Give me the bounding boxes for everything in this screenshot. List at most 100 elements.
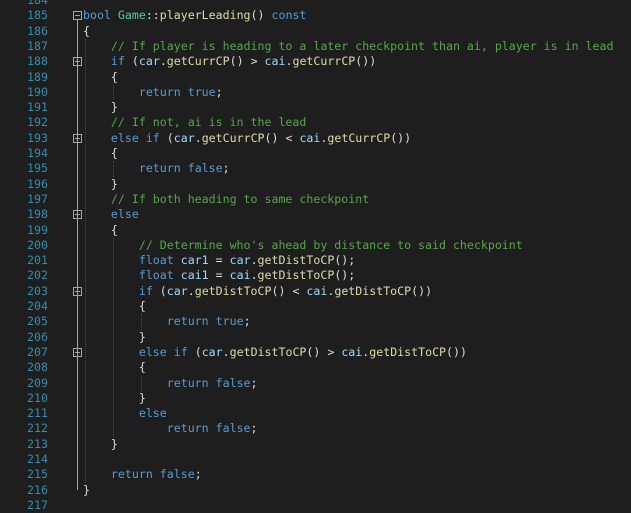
code-token: car1 [180, 253, 209, 268]
code-text: return false; [83, 467, 202, 482]
code-line[interactable]: 209 return false; [0, 376, 631, 391]
code-line[interactable]: 212 return false; [0, 421, 631, 436]
code-text: float cai1 = cai.getDistToCP(); [83, 268, 355, 283]
code-line[interactable]: 217 [0, 498, 631, 513]
code-line[interactable]: 198 else [0, 207, 631, 222]
code-token: cai [341, 344, 363, 359]
line-number: 186 [27, 23, 48, 38]
code-line[interactable]: 207 else if (car.getDistToCP() > cai.get… [0, 345, 631, 360]
code-line[interactable]: 197 // If both heading to same checkpoin… [0, 192, 631, 207]
code-line[interactable]: 214 [0, 452, 631, 467]
code-token: return [110, 467, 153, 482]
code-line[interactable]: 203 if (car.getDistToCP() < cai.getDistT… [0, 284, 631, 299]
code-token: { [83, 69, 118, 84]
code-token: (); [334, 253, 356, 268]
line-number: 205 [27, 314, 48, 329]
code-text: // If not, ai is in the lead [83, 115, 306, 130]
code-text: } [83, 483, 90, 498]
code-line[interactable]: 193 else if (car.getCurrCP() < cai.getCu… [0, 131, 631, 146]
code-line[interactable]: 184 [0, 0, 631, 8]
code-line[interactable]: 187 // If player is heading to a later c… [0, 39, 631, 54]
code-line[interactable]: 208 { [0, 360, 631, 375]
code-line[interactable]: 213 } [0, 437, 631, 452]
code-token: () > [229, 54, 265, 69]
code-token: = [208, 268, 230, 283]
code-line[interactable]: 205 return true; [0, 314, 631, 329]
line-number: 215 [27, 467, 48, 482]
code-token: { [83, 360, 146, 375]
code-token: const [271, 8, 307, 23]
code-line[interactable]: 191 } [0, 100, 631, 115]
code-token: true [215, 314, 244, 329]
code-token: } [83, 176, 118, 191]
code-text: } [83, 391, 146, 406]
code-token: ( [159, 130, 174, 145]
code-token: return [138, 161, 181, 176]
code-token: car [173, 130, 195, 145]
indent-guide [112, 84, 114, 101]
code-line[interactable]: 202 float cai1 = cai.getDistToCP(); [0, 268, 631, 283]
code-line[interactable]: 195 return false; [0, 161, 631, 176]
code-editor[interactable]: 184 185 bool Game::playerLeading() const 18… [0, 0, 631, 513]
code-token: . [187, 283, 195, 298]
code-token: (); [334, 268, 356, 283]
code-token: ; [194, 467, 202, 482]
code-token: ()) [411, 283, 433, 298]
code-token: getDistToCP [257, 253, 335, 268]
code-line[interactable]: 204 { [0, 299, 631, 314]
code-text: if (car.getCurrCP() > cai.getCurrCP()) [83, 54, 376, 69]
indent-guide [140, 314, 142, 330]
code-line[interactable]: 190 return true; [0, 85, 631, 100]
code-text: } [83, 100, 118, 115]
code-text: return false; [83, 376, 258, 391]
code-token: . [250, 253, 258, 268]
code-token: car [201, 344, 223, 359]
code-token: return [166, 375, 209, 390]
code-token: return [166, 314, 209, 329]
code-token: car [229, 253, 251, 268]
code-line[interactable]: 206 } [0, 330, 631, 345]
code-line[interactable]: 216} [0, 483, 631, 498]
code-token: () [250, 8, 272, 23]
code-line[interactable]: 185 bool Game::playerLeading() const [0, 8, 631, 23]
line-number: 184 [27, 0, 48, 7]
line-number: 213 [27, 436, 48, 451]
code-token: return [138, 84, 181, 99]
indent-guide [85, 38, 86, 483]
code-text: else [83, 406, 167, 421]
line-number: 211 [27, 406, 48, 421]
code-text: // Determine who's ahead by distance to … [83, 238, 523, 253]
code-token: false [159, 467, 195, 482]
code-token: ( [124, 54, 139, 69]
code-token: { [83, 146, 118, 160]
code-line[interactable]: 186 { [0, 24, 631, 39]
code-line[interactable]: 199 { [0, 223, 631, 238]
code-line[interactable]: 188 if (car.getCurrCP() > cai.getCurrCP(… [0, 54, 631, 69]
code-line[interactable]: 192 // If not, ai is in the lead [0, 115, 631, 130]
code-line[interactable]: 211 else [0, 406, 631, 421]
code-token: } [83, 329, 146, 344]
code-token: getDistToCP [369, 344, 447, 359]
code-line[interactable]: 201 float car1 = car.getDistToCP(); [0, 253, 631, 268]
code-token: getCurrCP [292, 54, 356, 69]
indent-guide [112, 237, 114, 437]
code-text: // If both heading to same checkpoint [83, 192, 369, 207]
code-token: float [138, 253, 174, 268]
code-token: { [83, 299, 146, 313]
code-line[interactable]: 189 { [0, 70, 631, 85]
code-token: else [138, 406, 167, 421]
code-line[interactable]: 200 // Determine who's ahead by distance… [0, 238, 631, 253]
code-line[interactable]: 194 { [0, 146, 631, 161]
code-text: if (car.getDistToCP() < cai.getDistToCP(… [83, 284, 432, 299]
code-line[interactable]: 215 return false; [0, 467, 631, 482]
code-line[interactable]: 210 } [0, 391, 631, 406]
code-line[interactable]: 196 } [0, 177, 631, 192]
